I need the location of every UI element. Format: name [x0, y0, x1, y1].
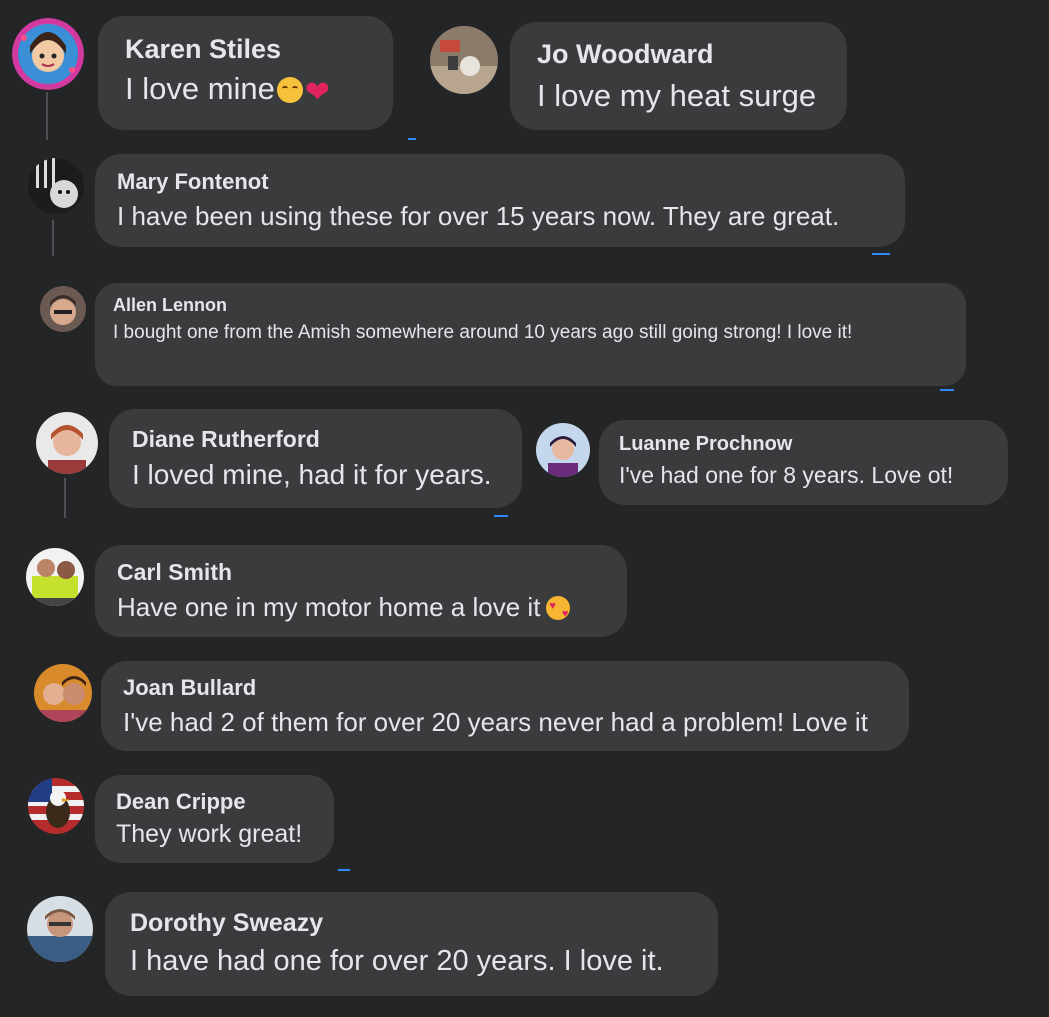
thread-line — [46, 92, 48, 140]
comment-text: I've had one for 8 years. Love ot! — [619, 462, 954, 488]
comment-author[interactable]: Joan Bullard — [123, 675, 909, 701]
avatar[interactable] — [36, 412, 98, 474]
comment-bubble[interactable]: Luanne Prochnow I've had one for 8 years… — [599, 420, 1008, 505]
comment-text: I love my heat surge — [537, 78, 817, 113]
comment-bubble[interactable]: Jo Woodward I love my heat surge — [510, 22, 847, 130]
comment-author[interactable]: Dean Crippe — [116, 789, 334, 815]
avatar[interactable] — [27, 896, 93, 962]
reaction-indicator — [494, 515, 508, 517]
reaction-indicator — [408, 138, 416, 140]
comment-author[interactable]: Jo Woodward — [537, 39, 847, 70]
avatar[interactable] — [28, 158, 84, 214]
comment-text: I loved mine, had it for years. — [132, 459, 492, 490]
smiling-face-emoji — [276, 77, 303, 103]
comment-text: They work great! — [116, 820, 303, 848]
reaction-indicator — [338, 869, 350, 871]
comment-text: I have had one for over 20 years. I love… — [130, 945, 664, 977]
comment-author[interactable]: Diane Rutherford — [132, 426, 522, 453]
comment-author[interactable]: Luanne Prochnow — [619, 433, 1008, 456]
avatar[interactable] — [28, 778, 84, 834]
comment-author[interactable]: Mary Fontenot — [117, 169, 905, 195]
comment-bubble[interactable]: Mary Fontenot I have been using these fo… — [95, 154, 905, 247]
comment-bubble[interactable]: Allen Lennon I bought one from the Amish… — [95, 283, 966, 386]
avatar[interactable] — [26, 548, 84, 606]
comment-author[interactable]: Allen Lennon — [113, 295, 946, 316]
avatar[interactable] — [34, 664, 92, 722]
comment-author[interactable]: Dorothy Sweazy — [130, 909, 718, 938]
thread-line — [52, 220, 54, 256]
reaction-indicator — [940, 389, 954, 391]
comment-text: Have one in my motor home a love it — [117, 592, 627, 623]
avatar[interactable] — [12, 18, 84, 90]
comment-author[interactable]: Karen Stiles — [125, 34, 393, 65]
comment-bubble[interactable]: Dorothy Sweazy I have had one for over 2… — [105, 892, 718, 996]
comment-text: I love mine ❤ — [125, 71, 331, 109]
thread-line — [64, 478, 66, 518]
comment-bubble[interactable]: Diane Rutherford I loved mine, had it fo… — [109, 409, 522, 508]
avatar[interactable] — [536, 423, 590, 477]
comment-author[interactable]: Carl Smith — [117, 559, 627, 586]
smiling-face-with-hearts-emoji — [546, 596, 571, 620]
comment-text: I've had 2 of them for over 20 years nev… — [123, 707, 868, 737]
comment-bubble[interactable]: Karen Stiles I love mine ❤ — [98, 16, 393, 130]
comment-text: I bought one from the Amish somewhere ar… — [113, 322, 853, 343]
comment-bubble[interactable]: Carl Smith Have one in my motor home a l… — [95, 545, 627, 637]
avatar[interactable] — [430, 26, 498, 94]
comment-text: I have been using these for over 15 year… — [117, 201, 840, 231]
red-heart-emoji: ❤ — [304, 76, 331, 109]
reaction-indicator — [872, 253, 890, 255]
avatar[interactable] — [40, 286, 86, 332]
comment-bubble[interactable]: Joan Bullard I've had 2 of them for over… — [101, 661, 909, 751]
comment-bubble[interactable]: Dean Crippe They work great! — [95, 775, 334, 863]
